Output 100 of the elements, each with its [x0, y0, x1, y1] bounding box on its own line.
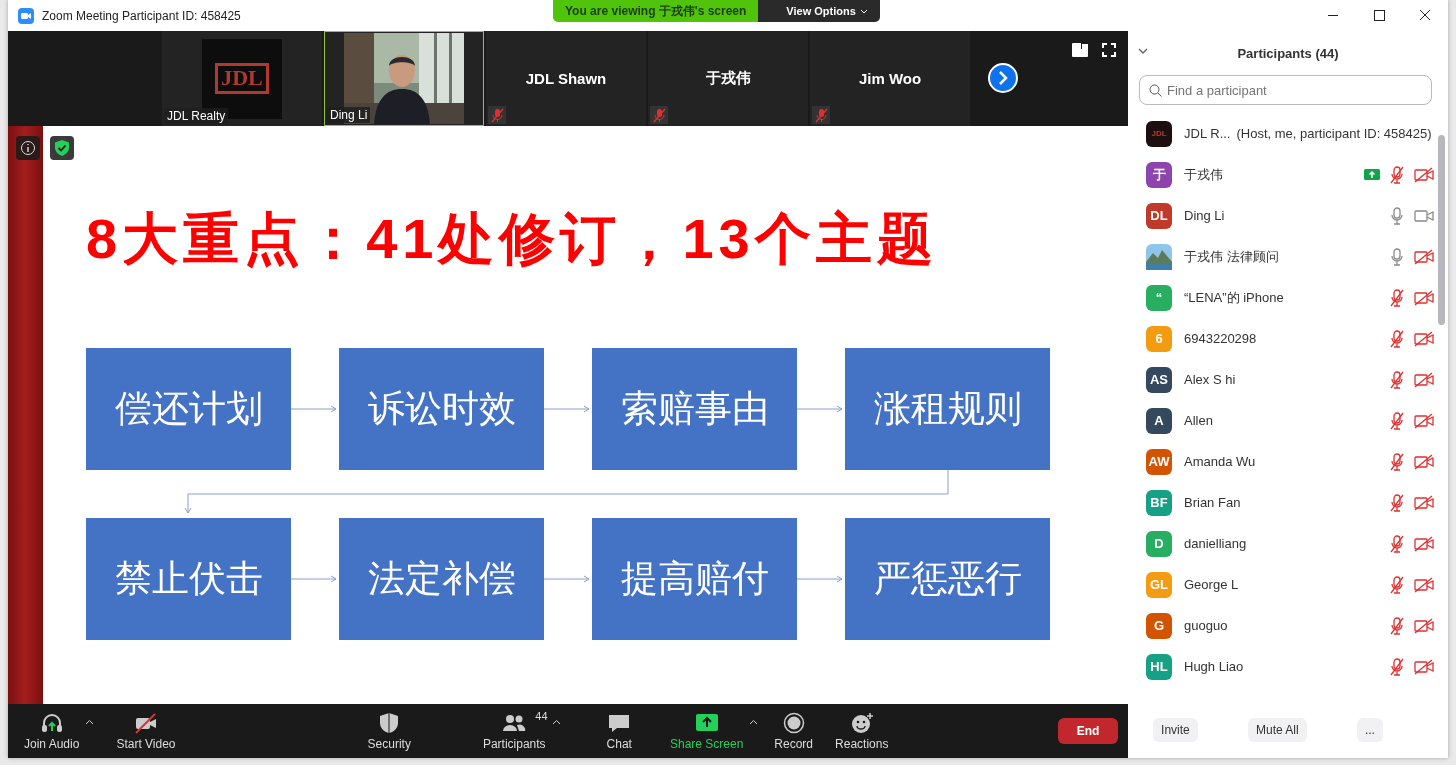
mic-icon[interactable]: [1389, 206, 1405, 225]
shield-check-icon[interactable]: [50, 136, 74, 160]
video-off-icon[interactable]: [1414, 412, 1434, 429]
muted-mic-icon[interactable]: [1389, 411, 1405, 430]
participant-count: 44: [535, 709, 548, 722]
participant-name: danielliang: [1184, 536, 1247, 551]
flow-box: 索赔事由: [592, 348, 797, 470]
smiley-icon: [849, 711, 874, 734]
panel-title: Participants (44): [1237, 45, 1339, 61]
flow-arrow: [543, 575, 590, 583]
participant-name: JDL R...: [1184, 126, 1231, 141]
participant-name: Alex S hi: [1184, 372, 1236, 387]
next-page-button[interactable]: [988, 63, 1018, 93]
video-tile[interactable]: JDL Shawn: [486, 31, 646, 126]
participant-name: 于戎伟 法律顾问: [1184, 247, 1279, 266]
flow-arrow: [290, 405, 337, 413]
avatar: A: [1146, 407, 1172, 434]
avatar: G: [1146, 612, 1172, 639]
participant-name: JDL Shawn: [525, 70, 607, 87]
participant-name: Hugh Liao: [1184, 659, 1244, 674]
participant-name: guoguo: [1184, 618, 1228, 633]
participant-name: 6943220298: [1184, 331, 1257, 346]
share-button[interactable]: Share Screen: [663, 707, 750, 755]
video-camera-icon[interactable]: [1414, 207, 1434, 224]
record-button[interactable]: Record: [768, 707, 820, 755]
window-title: Zoom Meeting Participant ID: 458425: [42, 8, 241, 23]
flow-arrow: [796, 575, 843, 583]
muted-mic-icon[interactable]: [1389, 370, 1405, 389]
participant-name: “LENA”的 iPhone: [1184, 288, 1284, 307]
flow-arrow: [796, 405, 843, 413]
panel-button[interactable]: ...: [1356, 718, 1383, 742]
video-off-icon[interactable]: [1414, 535, 1434, 552]
participant-name: Brian Fan: [1184, 495, 1241, 510]
avatar: HL: [1146, 653, 1172, 680]
video-off-icon[interactable]: [1414, 494, 1434, 511]
end-button[interactable]: End: [1058, 718, 1118, 744]
flow-box: 禁止伏击: [86, 518, 291, 640]
avatar: 于: [1146, 161, 1172, 188]
video-off-icon[interactable]: [1414, 289, 1434, 306]
headphones-icon: [39, 711, 64, 734]
video-tile[interactable]: Ding Li: [324, 31, 484, 126]
muted-mic-icon[interactable]: [1389, 575, 1405, 594]
muted-mic-icon[interactable]: [1389, 165, 1405, 184]
video-off-icon[interactable]: [1414, 248, 1434, 265]
caret-icon[interactable]: [749, 719, 759, 725]
video-off-icon[interactable]: [1414, 617, 1434, 634]
layout-icon[interactable]: [1072, 43, 1088, 57]
avatar: “: [1146, 284, 1172, 311]
video-off-icon[interactable]: [1414, 453, 1434, 470]
viewing-banner: You are viewing 于戎伟's screen: [553, 0, 759, 22]
app-logo-icon: [18, 7, 34, 24]
muted-mic-icon[interactable]: [1389, 616, 1405, 635]
video-button[interactable]: Start Video: [110, 707, 182, 755]
fullscreen-icon[interactable]: [1102, 43, 1116, 57]
muted-mic-icon[interactable]: [1389, 329, 1405, 348]
participants-button[interactable]: Participants 44: [476, 707, 552, 755]
video-off-icon[interactable]: [1414, 576, 1434, 593]
caret-icon[interactable]: [85, 719, 95, 725]
muted-mic-icon[interactable]: [1389, 493, 1405, 512]
share-screen-icon: [694, 711, 719, 734]
info-icon[interactable]: [16, 136, 40, 160]
avatar: D: [1146, 530, 1172, 557]
chat-button[interactable]: Chat: [600, 707, 638, 755]
reactions-button[interactable]: Reactions: [829, 707, 895, 755]
flow-box: 诉讼时效: [339, 348, 544, 470]
flow-arrow: [290, 575, 337, 583]
muted-mic-icon[interactable]: [1389, 288, 1405, 307]
flow-arrow: [543, 405, 590, 413]
video-off-icon[interactable]: [1414, 371, 1434, 388]
view-options-button[interactable]: View Options: [758, 0, 880, 22]
video-off-icon[interactable]: [1414, 330, 1434, 347]
slide-title: 8大重点：41处修订，13个主题: [86, 206, 939, 272]
muted-mic-icon[interactable]: [1389, 534, 1405, 553]
video-off-icon: [133, 711, 158, 734]
audio-button[interactable]: Join Audio: [18, 707, 86, 755]
collapse-icon[interactable]: [1138, 48, 1148, 54]
panel-button[interactable]: Invite: [1153, 718, 1198, 742]
caret-icon[interactable]: [551, 719, 561, 725]
avatar: DL: [1146, 202, 1172, 229]
record-icon: [781, 711, 806, 734]
flow-box: 涨租规则: [845, 348, 1050, 470]
muted-mic-icon[interactable]: [1389, 657, 1405, 676]
video-off-icon[interactable]: [1414, 658, 1434, 675]
avatar: JDL: [1146, 120, 1172, 147]
search-field[interactable]: Find a participant: [1139, 75, 1432, 105]
avatar: 6: [1146, 325, 1172, 352]
flow-box: 法定补偿: [339, 518, 544, 640]
video-tile[interactable]: Jim Woo: [810, 31, 970, 126]
video-tile[interactable]: JDL JDL Realty: [162, 31, 322, 126]
scrollbar[interactable]: [1438, 135, 1445, 325]
security-button[interactable]: Security: [361, 707, 417, 755]
panel-button[interactable]: Mute All: [1248, 718, 1307, 742]
mic-icon[interactable]: [1389, 247, 1405, 266]
participant-name: JDL Realty: [164, 108, 229, 124]
participant-name: 于戎伟: [1184, 165, 1223, 184]
video-off-icon[interactable]: [1414, 166, 1434, 183]
participant-name: George L: [1184, 577, 1239, 592]
participant-name: Allen: [1184, 413, 1213, 428]
video-tile[interactable]: 于戎伟: [648, 31, 808, 126]
muted-mic-icon[interactable]: [1389, 452, 1405, 471]
